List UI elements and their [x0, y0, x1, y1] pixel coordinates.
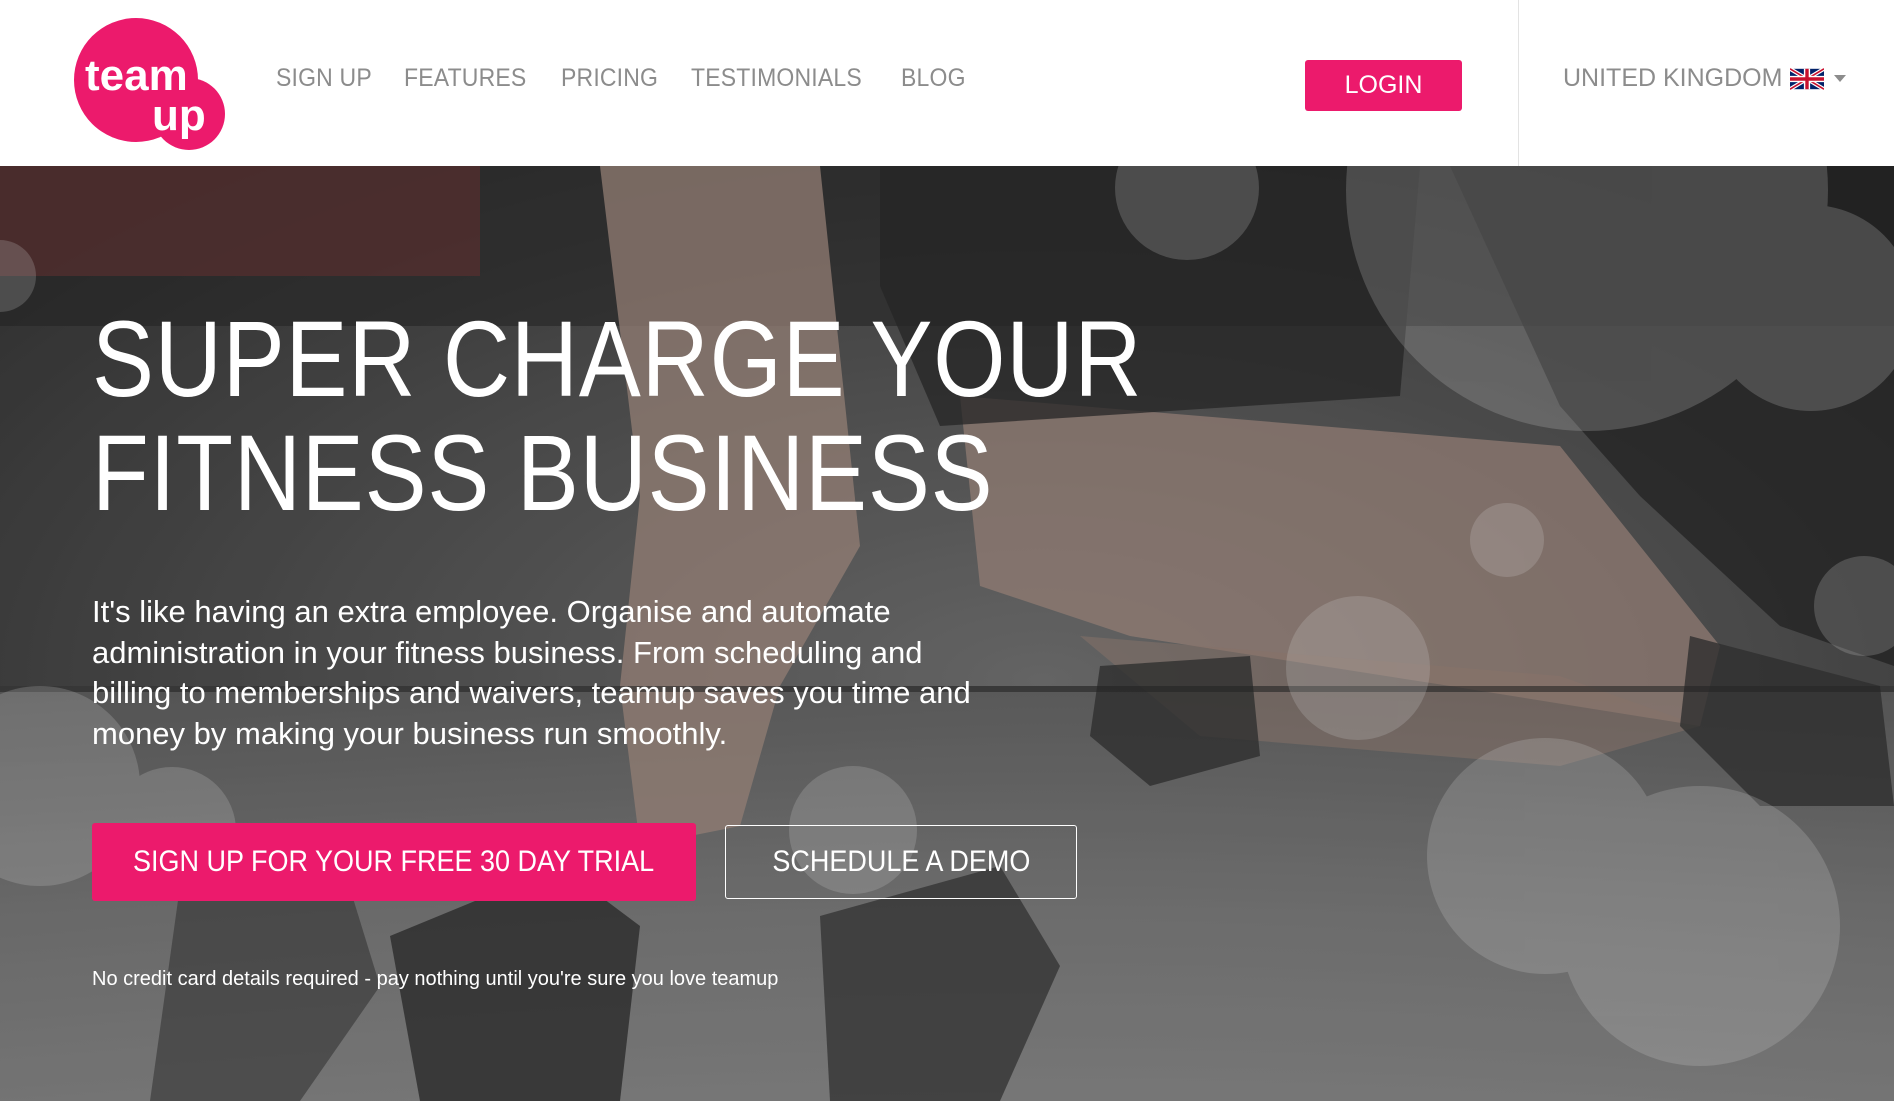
- site-header: team up SIGN UP FEATURES PRICING TESTIMO…: [0, 0, 1894, 166]
- hero-description: It's like having an extra employee. Orga…: [92, 594, 971, 751]
- hero-title-line-1: SUPER CHARGE YOUR: [92, 298, 1143, 419]
- caret-down-icon: [1834, 74, 1847, 82]
- login-button-label: LOGIN: [1344, 71, 1423, 99]
- uk-flag-icon: [1790, 67, 1825, 90]
- schedule-demo-label: SCHEDULE A DEMO: [771, 845, 1031, 878]
- hero-section: SUPER CHARGE YOUR FITNESS BUSINESS It's …: [0, 166, 1894, 1101]
- logo-mark: team up: [74, 18, 225, 150]
- hero-title-line-2: FITNESS BUSINESS: [92, 412, 994, 533]
- nav-pricing[interactable]: PRICING: [561, 64, 658, 93]
- main-nav: SIGN UP FEATURES PRICING TESTIMONIALS BL…: [276, 64, 971, 93]
- hero-title: SUPER CHARGE YOUR FITNESS BUSINESS: [92, 302, 1313, 530]
- nav-features[interactable]: FEATURES: [404, 64, 526, 93]
- logo-text-up: up: [152, 91, 206, 140]
- teamup-logo[interactable]: team up: [74, 16, 234, 150]
- free-trial-signup-button[interactable]: SIGN UP FOR YOUR FREE 30 DAY TRIAL: [92, 823, 696, 901]
- country-selector[interactable]: UNITED KINGDOM: [1563, 64, 1847, 93]
- schedule-demo-button[interactable]: SCHEDULE A DEMO: [725, 825, 1077, 899]
- login-button[interactable]: LOGIN: [1305, 60, 1462, 111]
- nav-sign-up[interactable]: SIGN UP: [276, 64, 372, 93]
- free-trial-signup-label: SIGN UP FOR YOUR FREE 30 DAY TRIAL: [133, 845, 655, 878]
- nav-blog[interactable]: BLOG: [901, 64, 966, 93]
- header-divider: [1518, 0, 1519, 166]
- nav-testimonials[interactable]: TESTIMONIALS: [691, 64, 862, 93]
- no-credit-card-note: No credit card details required - pay no…: [92, 968, 779, 990]
- country-label: UNITED KINGDOM: [1563, 64, 1783, 92]
